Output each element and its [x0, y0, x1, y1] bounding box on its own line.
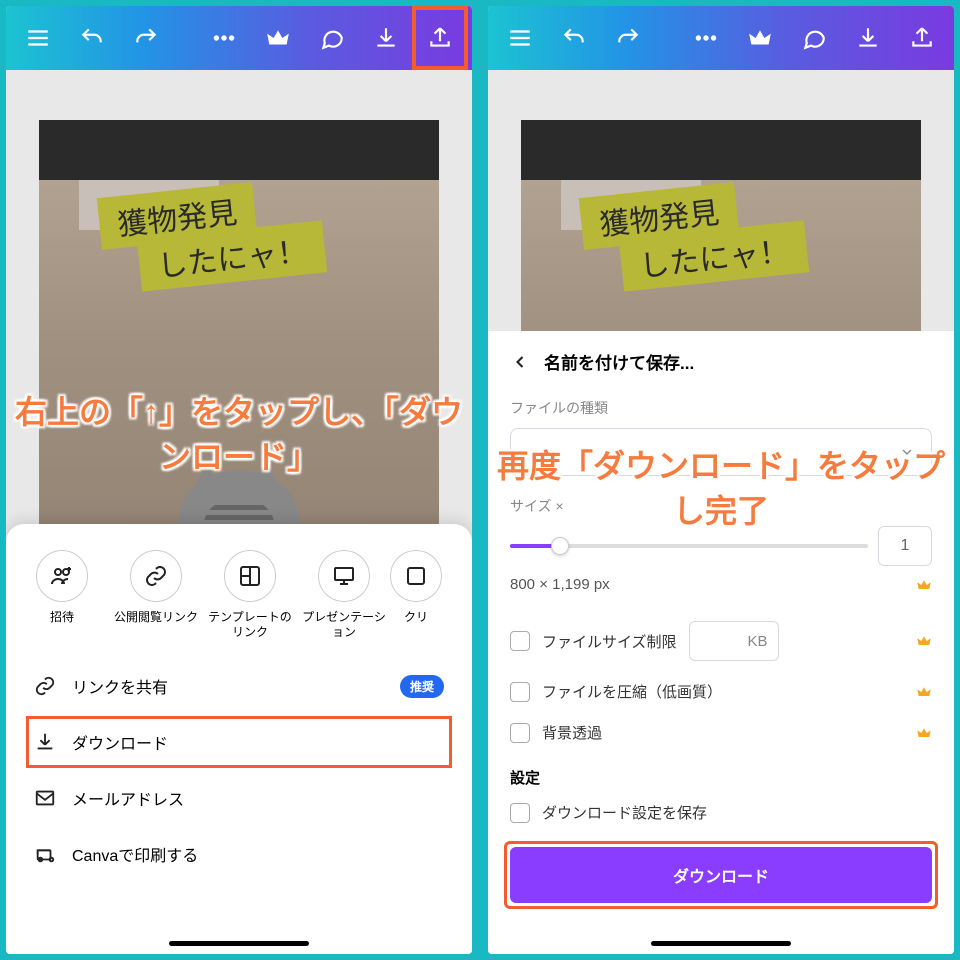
share-label: クリ [404, 610, 428, 625]
transparent-row[interactable]: 背景透過 [510, 712, 932, 753]
compress-row[interactable]: ファイルを圧縮（低画質） [510, 671, 932, 712]
file-type-label: ファイルの種類 [510, 398, 932, 418]
menu-download[interactable]: ダウンロード [6, 714, 472, 770]
menu-label: リンクを共有 [72, 674, 168, 698]
menu-label: Canvaで印刷する [72, 842, 198, 866]
checkbox[interactable] [510, 631, 530, 651]
menu-label: ダウンロード [72, 730, 168, 754]
file-size-limit-row[interactable]: ファイルサイズ制限 KB [510, 611, 932, 671]
dimensions-text: 800 × 1,199 px [510, 576, 932, 593]
menu-share-link[interactable]: リンクを共有 推奨 [6, 658, 472, 714]
annotation-right: 再度「ダウンロード」をタップし完了 [488, 444, 954, 534]
share-more[interactable]: クリ [396, 550, 436, 640]
check-label: 背景透過 [542, 722, 602, 743]
share-label: 招待 [50, 610, 74, 625]
pro-crown-icon [916, 725, 932, 741]
checkbox[interactable] [510, 682, 530, 702]
check-label: ファイルを圧縮（低画質） [542, 681, 722, 702]
more-icon[interactable] [682, 10, 730, 66]
crown-icon[interactable] [736, 10, 784, 66]
checkbox[interactable] [510, 803, 530, 823]
share-label: テンプレートのリンク [208, 610, 292, 640]
kb-input[interactable]: KB [689, 621, 779, 661]
checkbox[interactable] [510, 723, 530, 743]
home-indicator [169, 941, 309, 946]
phone-left: 獲物発見 したにャ！ 右上の「↑」をタップし、「ダウンロード」 招待 公開閲覧リ… [6, 6, 472, 954]
download-button[interactable]: ダウンロード [510, 847, 932, 903]
menu-icon[interactable] [14, 10, 62, 66]
check-label: ファイルサイズ制限 [542, 631, 677, 652]
share-row: 招待 公開閲覧リンク テンプレートのリンク プレゼンテーション クリ [6, 542, 472, 644]
menu-print[interactable]: Canvaで印刷する [6, 826, 472, 882]
recommended-badge: 推奨 [400, 675, 444, 698]
back-icon[interactable] [510, 352, 530, 372]
menu-email[interactable]: メールアドレス [6, 770, 472, 826]
sheet-header: 名前を付けて保存... [510, 349, 932, 374]
share-icon[interactable] [898, 10, 946, 66]
pro-crown-icon [916, 577, 932, 593]
undo-icon[interactable] [550, 10, 598, 66]
menu-icon[interactable] [496, 10, 544, 66]
phone-right: 獲物発見 したにャ！ 再度「ダウンロード」をタップし完了 名前を付けて保存...… [488, 6, 954, 954]
more-icon[interactable] [200, 10, 248, 66]
download-icon[interactable] [362, 10, 410, 66]
download-icon[interactable] [844, 10, 892, 66]
comment-icon[interactable] [790, 10, 838, 66]
annotation-left: 右上の「↑」をタップし、「ダウンロード」 [6, 390, 472, 480]
redo-icon[interactable] [122, 10, 170, 66]
home-indicator [651, 941, 791, 946]
share-label: プレゼンテーション [302, 610, 386, 640]
size-slider[interactable] [510, 544, 868, 548]
comment-icon[interactable] [308, 10, 356, 66]
redo-icon[interactable] [604, 10, 652, 66]
download-sheet: 名前を付けて保存... ファイルの種類 サイズ × 1 800 × 1,199 … [488, 331, 954, 954]
sheet-title: 名前を付けて保存... [544, 349, 694, 374]
undo-icon[interactable] [68, 10, 116, 66]
save-settings-row[interactable]: ダウンロード設定を保存 [510, 792, 932, 833]
pro-crown-icon [916, 633, 932, 649]
settings-label: 設定 [510, 767, 932, 788]
check-label: ダウンロード設定を保存 [542, 802, 707, 823]
share-public-link[interactable]: 公開閲覧リンク [114, 550, 198, 640]
share-template-link[interactable]: テンプレートのリンク [208, 550, 292, 640]
topbar [6, 6, 472, 70]
menu-list: リンクを共有 推奨 ダウンロード メールアドレス Canvaで印刷する [6, 658, 472, 882]
crown-icon[interactable] [254, 10, 302, 66]
share-sheet: 招待 公開閲覧リンク テンプレートのリンク プレゼンテーション クリ [6, 524, 472, 954]
share-icon[interactable] [416, 10, 464, 66]
menu-label: メールアドレス [72, 786, 184, 810]
pro-crown-icon [916, 684, 932, 700]
share-label: 公開閲覧リンク [114, 610, 198, 625]
topbar [488, 6, 954, 70]
share-presentation[interactable]: プレゼンテーション [302, 550, 386, 640]
share-invite[interactable]: 招待 [20, 550, 104, 640]
